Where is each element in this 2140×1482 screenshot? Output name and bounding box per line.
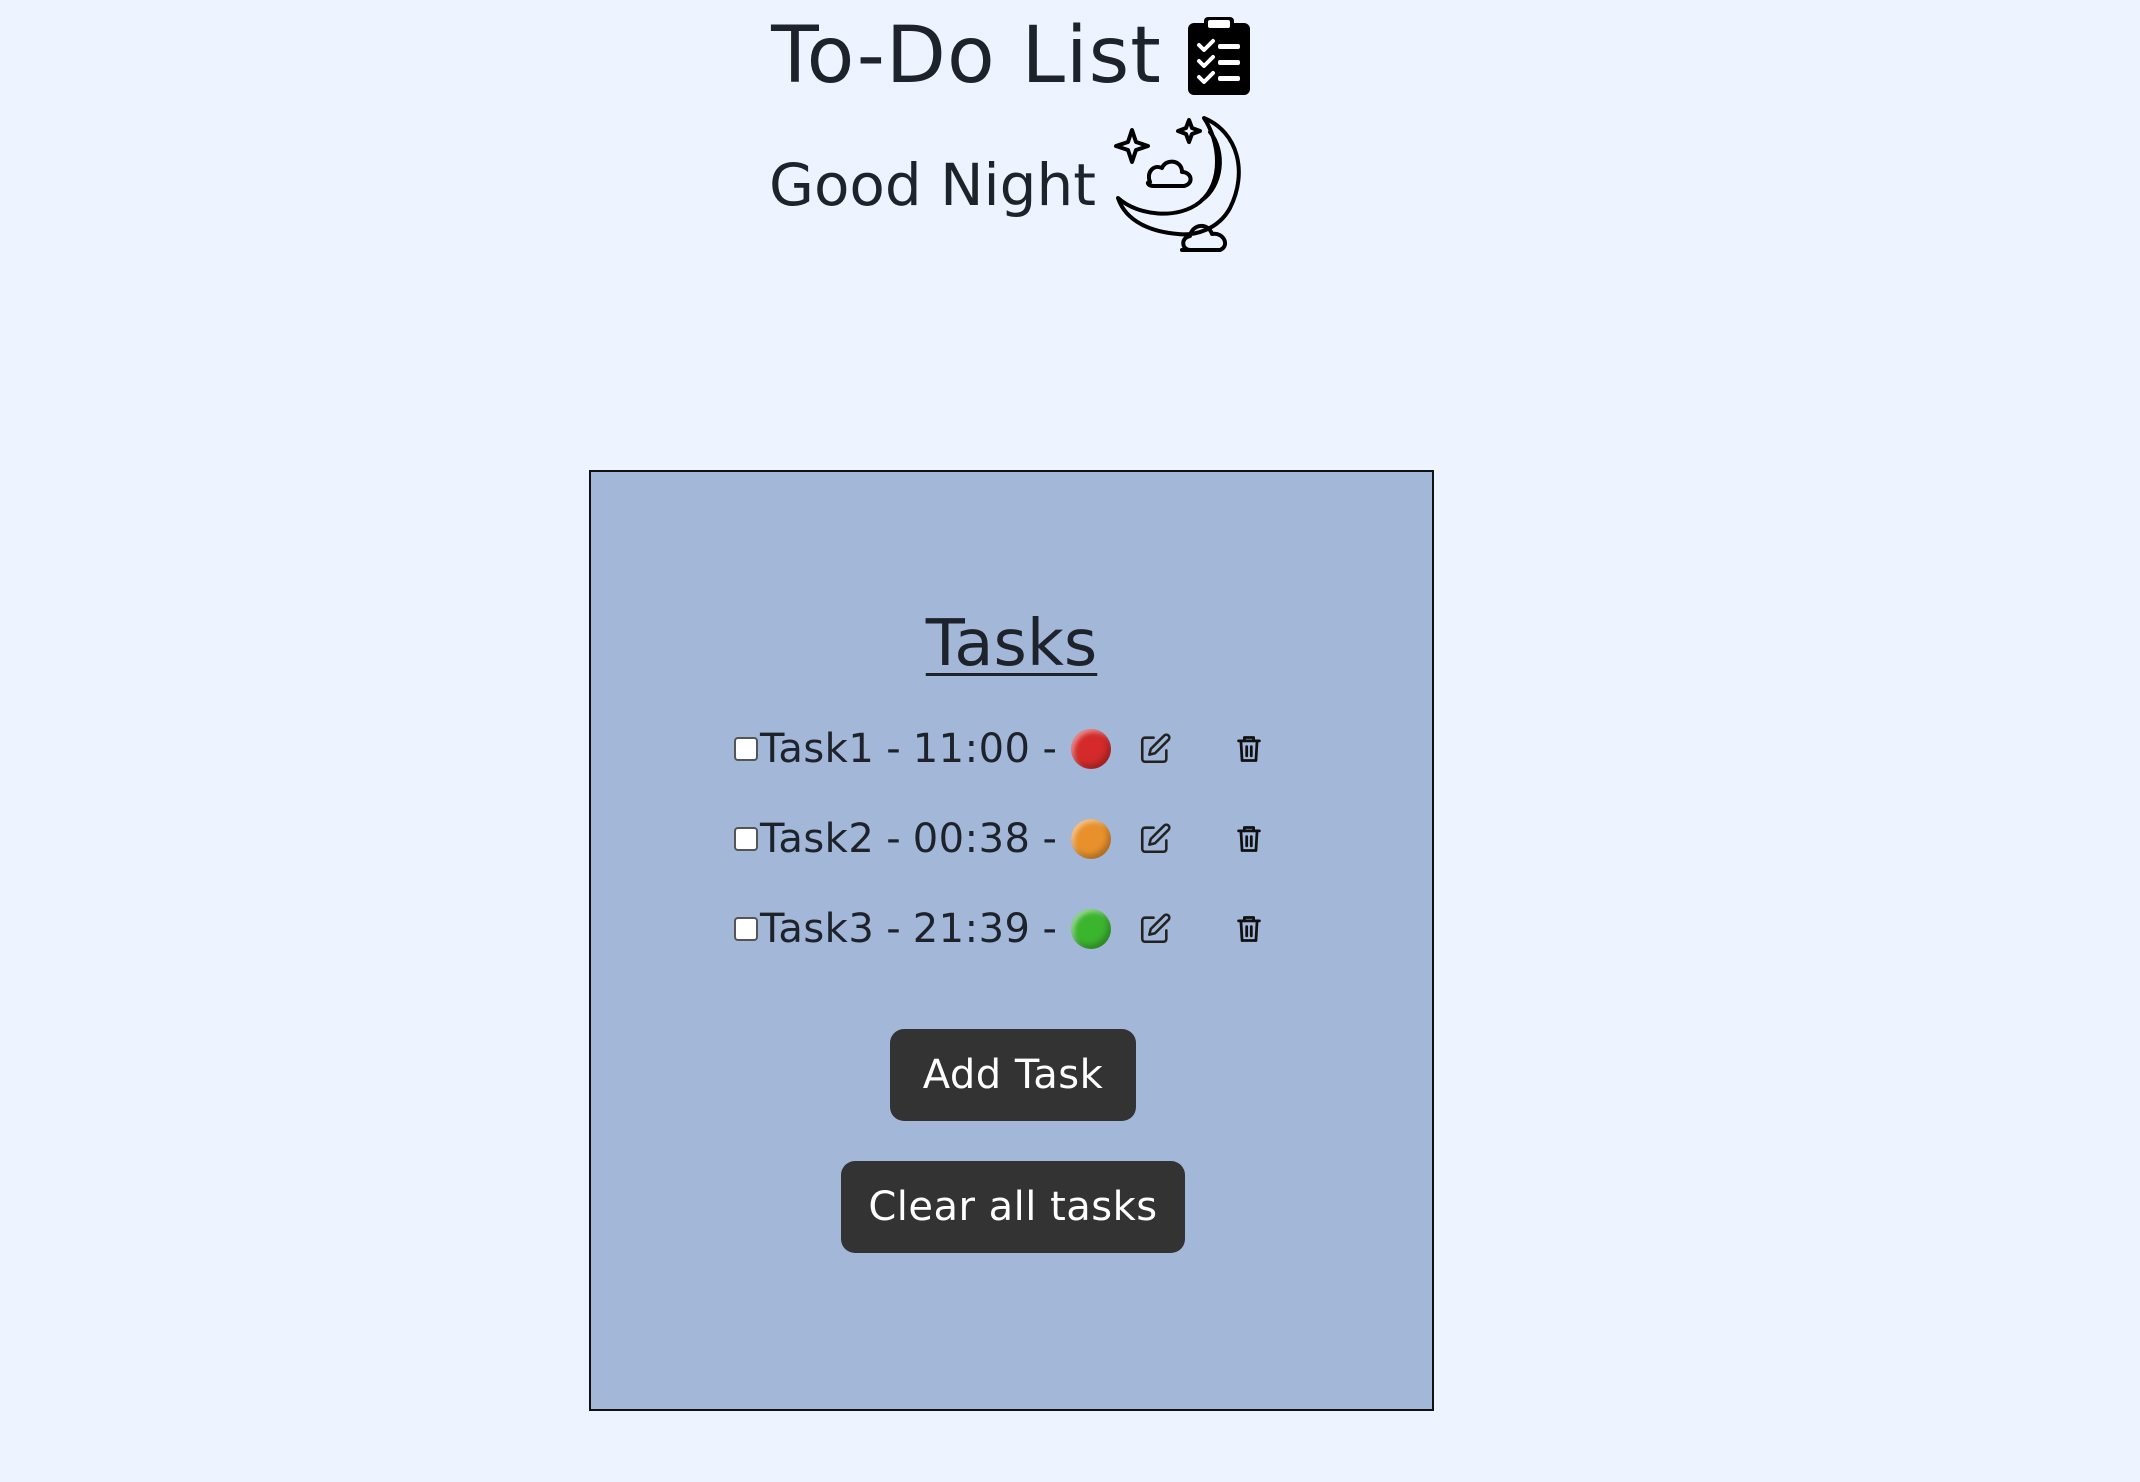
- task-row: Task3 - 21:39 -: [734, 902, 1269, 956]
- clear-all-tasks-button[interactable]: Clear all tasks: [841, 1161, 1185, 1253]
- task-time: 00:38: [912, 816, 1031, 862]
- title-row: To-Do List: [0, 6, 2023, 106]
- trash-icon[interactable]: [1229, 909, 1269, 949]
- task-checkbox[interactable]: [734, 827, 758, 851]
- task-separator: -: [886, 906, 901, 952]
- task-time: 21:39: [912, 906, 1031, 952]
- task-row: Task2 - 00:38 -: [734, 812, 1269, 866]
- task-checkbox[interactable]: [734, 917, 758, 941]
- task-separator: -: [886, 816, 901, 862]
- priority-high-icon: [1070, 729, 1111, 769]
- task-row: Task1 - 11:00 -: [734, 722, 1269, 776]
- tasks-heading: Tasks: [925, 607, 1098, 681]
- priority-low-icon: [1070, 909, 1111, 949]
- edit-icon[interactable]: [1135, 909, 1175, 949]
- moon-stars-clouds-icon: [1108, 112, 1254, 258]
- clipboard-checklist-icon: [1186, 15, 1252, 97]
- task-separator: -: [1042, 816, 1057, 862]
- greeting-row: Good Night: [0, 110, 2023, 260]
- task-time: 11:00: [912, 726, 1031, 772]
- greeting-text: Good Night: [769, 151, 1096, 219]
- task-separator: -: [886, 726, 901, 772]
- task-checkbox[interactable]: [734, 737, 758, 761]
- task-separator: -: [1042, 726, 1057, 772]
- trash-icon[interactable]: [1229, 819, 1269, 859]
- edit-icon[interactable]: [1135, 729, 1175, 769]
- app-title: To-Do List: [771, 11, 1162, 101]
- task-name: Task2: [760, 816, 875, 862]
- tasks-panel: Tasks Task1 - 11:00 - Task2 - 00:38 - Ta…: [589, 470, 1434, 1411]
- task-name: Task3: [760, 906, 875, 952]
- task-name: Task1: [760, 726, 875, 772]
- edit-icon[interactable]: [1135, 819, 1175, 859]
- trash-icon[interactable]: [1229, 729, 1269, 769]
- task-separator: -: [1042, 906, 1057, 952]
- add-task-button[interactable]: Add Task: [890, 1029, 1136, 1121]
- priority-medium-icon: [1070, 819, 1111, 859]
